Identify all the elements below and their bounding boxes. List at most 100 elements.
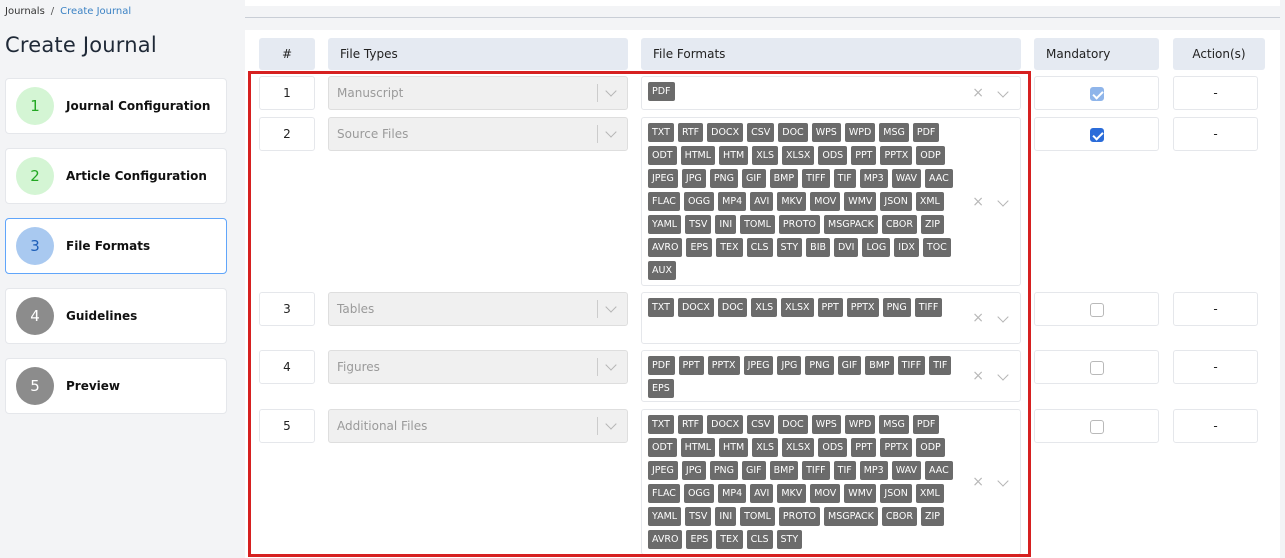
format-tag[interactable]: PNG — [709, 169, 739, 188]
format-tag[interactable]: INI — [715, 507, 737, 526]
step-article-configuration[interactable]: 2 Article Configuration — [5, 148, 227, 204]
format-tag[interactable]: PPTX — [707, 356, 740, 375]
format-tag[interactable]: ODS — [818, 438, 848, 457]
step-file-formats[interactable]: 3 File Formats — [5, 218, 227, 274]
format-tag[interactable]: MOV — [810, 484, 841, 503]
format-tag[interactable]: INI — [715, 215, 737, 234]
file-type-select[interactable]: Additional Files — [328, 409, 628, 443]
format-tag[interactable]: JPEG — [743, 356, 774, 375]
file-formats-multiselect[interactable]: PDF × — [641, 76, 1021, 110]
format-tag[interactable]: TOC — [922, 238, 951, 257]
format-tag[interactable]: AVI — [750, 484, 774, 503]
format-tag[interactable]: PPT — [678, 356, 704, 375]
format-tag[interactable]: DOCX — [707, 123, 744, 142]
file-formats-multiselect[interactable]: TXT DOCX DOC XLS XLSX PPT PPTX PNG TIFF × — [641, 292, 1021, 344]
format-tag[interactable]: AUX — [648, 261, 676, 280]
file-type-select[interactable]: Tables — [328, 292, 628, 326]
format-tag[interactable]: BMP — [865, 356, 894, 375]
format-tag[interactable]: DOC — [778, 123, 808, 142]
format-tag[interactable]: PNG — [709, 461, 739, 480]
step-journal-configuration[interactable]: 1 Journal Configuration — [5, 78, 227, 134]
format-tag[interactable]: YAML — [648, 215, 682, 234]
format-tag[interactable]: MP4 — [718, 192, 747, 211]
format-tag[interactable]: CLS — [746, 530, 773, 549]
format-tag[interactable]: BMP — [769, 169, 799, 188]
format-tag[interactable]: WPD — [844, 415, 876, 434]
format-tag[interactable]: AVRO — [648, 530, 683, 549]
format-tag[interactable]: GIF — [837, 356, 862, 375]
format-tag[interactable]: PPTX — [880, 146, 913, 165]
mandatory-checkbox[interactable] — [1090, 361, 1104, 375]
format-tag[interactable]: TIFF — [802, 461, 830, 480]
format-tag[interactable]: CBOR — [881, 507, 917, 526]
format-tag[interactable]: TIFF — [914, 298, 943, 317]
format-tag[interactable]: TSV — [685, 507, 712, 526]
format-tag[interactable]: PNG — [805, 356, 834, 375]
format-tag[interactable]: MSG — [879, 123, 909, 142]
clear-icon[interactable]: × — [972, 195, 984, 209]
format-tag[interactable]: EPS — [686, 530, 713, 549]
file-type-select[interactable]: Source Files — [328, 117, 628, 151]
format-tag[interactable]: PPTX — [880, 438, 913, 457]
format-tag[interactable]: ODS — [818, 146, 848, 165]
dropdown-toggle[interactable] — [994, 475, 1012, 493]
format-tag[interactable]: MSGPACK — [824, 215, 878, 234]
format-tag[interactable]: BMP — [769, 461, 799, 480]
format-tag[interactable]: ODP — [916, 146, 945, 165]
format-tag[interactable]: TIFF — [897, 356, 926, 375]
format-tag[interactable]: MKV — [777, 484, 807, 503]
breadcrumb-journals-link[interactable]: Journals — [5, 6, 45, 17]
format-tag[interactable]: RTF — [677, 123, 704, 142]
format-tag[interactable]: DOC — [717, 298, 748, 317]
format-tag[interactable]: BIB — [806, 238, 831, 257]
format-tag[interactable]: CSV — [747, 123, 775, 142]
format-tag[interactable]: ZIP — [920, 507, 945, 526]
format-tag[interactable]: OGG — [683, 192, 715, 211]
format-tag[interactable]: RTF — [677, 415, 704, 434]
format-tag[interactable]: WPS — [811, 123, 841, 142]
format-tag[interactable]: EPS — [686, 238, 713, 257]
format-tag[interactable]: TEX — [716, 238, 743, 257]
format-tag[interactable]: IDX — [894, 238, 919, 257]
format-tag[interactable]: WPD — [844, 123, 876, 142]
format-tag[interactable]: EPS — [648, 379, 674, 398]
format-tag[interactable]: MP4 — [718, 484, 747, 503]
format-tag[interactable]: FLAC — [648, 484, 680, 503]
file-formats-multiselect[interactable]: PDF PPT PPTX JPEG JPG PNG GIF BMP TIFF TIF EPS × — [641, 350, 1021, 402]
format-tag[interactable]: WPS — [811, 415, 841, 434]
format-tag[interactable]: XML — [915, 192, 944, 211]
format-tag[interactable]: TSV — [685, 215, 712, 234]
clear-icon[interactable]: × — [972, 369, 984, 383]
format-tag[interactable]: XLS — [751, 298, 778, 317]
format-tag[interactable]: AVI — [750, 192, 774, 211]
format-tag[interactable]: WAV — [891, 169, 921, 188]
format-tag[interactable]: HTM — [719, 438, 749, 457]
step-preview[interactable]: 5 Preview — [5, 358, 227, 414]
format-tag[interactable]: XLS — [752, 438, 779, 457]
format-tag[interactable]: ODT — [648, 438, 677, 457]
format-tag[interactable]: XML — [915, 484, 944, 503]
format-tag[interactable]: MP3 — [859, 169, 888, 188]
mandatory-checkbox[interactable] — [1090, 420, 1104, 434]
format-tag[interactable]: TIF — [833, 169, 856, 188]
format-tag[interactable]: YAML — [648, 507, 682, 526]
format-tag[interactable]: XLSX — [782, 146, 815, 165]
clear-icon[interactable]: × — [972, 475, 984, 489]
format-tag[interactable]: DOCX — [707, 415, 744, 434]
format-tag[interactable]: TIF — [929, 356, 952, 375]
format-tag[interactable]: TOML — [740, 507, 775, 526]
format-tag[interactable]: PROTO — [778, 507, 820, 526]
format-tag[interactable]: DOC — [778, 415, 808, 434]
format-tag[interactable]: JSON — [880, 484, 912, 503]
format-tag[interactable]: DOCX — [677, 298, 714, 317]
dropdown-toggle[interactable] — [994, 311, 1012, 329]
format-tag[interactable]: JPEG — [648, 169, 678, 188]
format-tag[interactable]: TIF — [833, 461, 856, 480]
format-tag[interactable]: ODP — [916, 438, 945, 457]
format-tag[interactable]: TXT — [648, 415, 674, 434]
format-tag[interactable]: TOML — [740, 215, 775, 234]
format-tag[interactable]: ODT — [648, 146, 677, 165]
format-tag[interactable]: AAC — [924, 169, 953, 188]
format-tag[interactable]: TXT — [648, 298, 674, 317]
file-type-select[interactable]: Figures — [328, 350, 628, 384]
